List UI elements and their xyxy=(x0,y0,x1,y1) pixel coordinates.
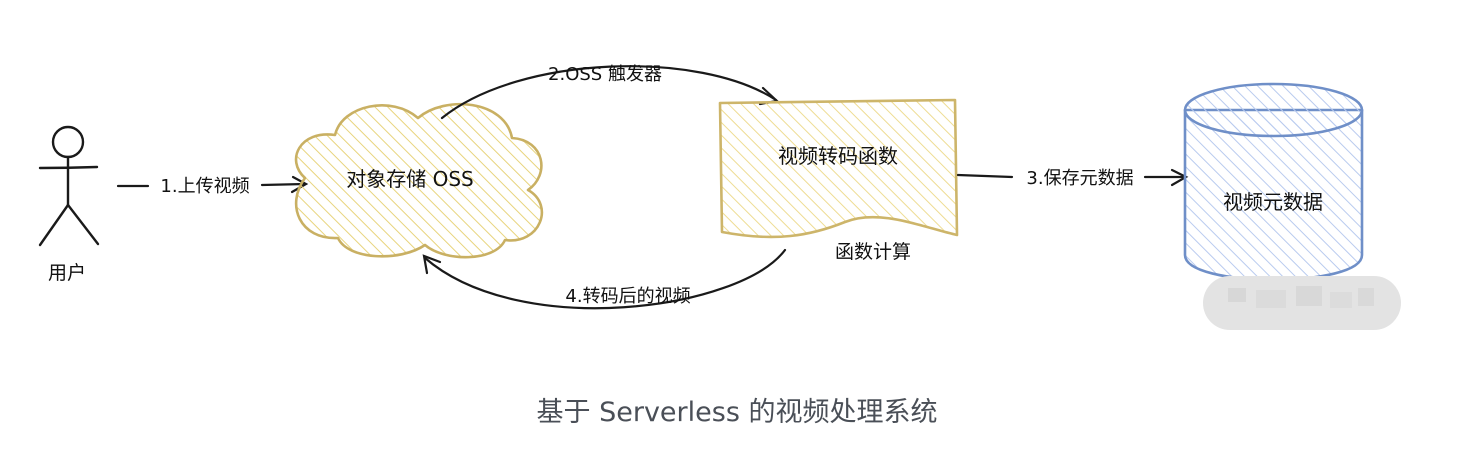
user-leg-right xyxy=(66,203,100,246)
edge-transcoded-video-label: 4.转码后的视频 xyxy=(565,286,690,307)
user-actor xyxy=(38,125,100,247)
user-leg-left xyxy=(38,203,70,247)
user-label: 用户 xyxy=(48,262,86,284)
edge-upload-label: 1.上传视频 xyxy=(160,176,249,197)
edge-trigger-label: 2.OSS 触发器 xyxy=(548,64,662,85)
function-label: 视频转码函数 xyxy=(778,144,898,168)
user-arms xyxy=(38,165,99,170)
function-sub-label: 函数计算 xyxy=(835,241,911,263)
function-document xyxy=(718,98,959,239)
user-head xyxy=(51,125,85,159)
database-label: 视频元数据 xyxy=(1223,190,1323,214)
metadata-database xyxy=(1183,82,1364,282)
oss-label: 对象存储 OSS xyxy=(346,167,474,191)
edge-save-metadata-label: 3.保存元数据 xyxy=(1026,168,1133,189)
figure-caption: 基于 Serverless 的视频处理系统 xyxy=(536,397,938,428)
